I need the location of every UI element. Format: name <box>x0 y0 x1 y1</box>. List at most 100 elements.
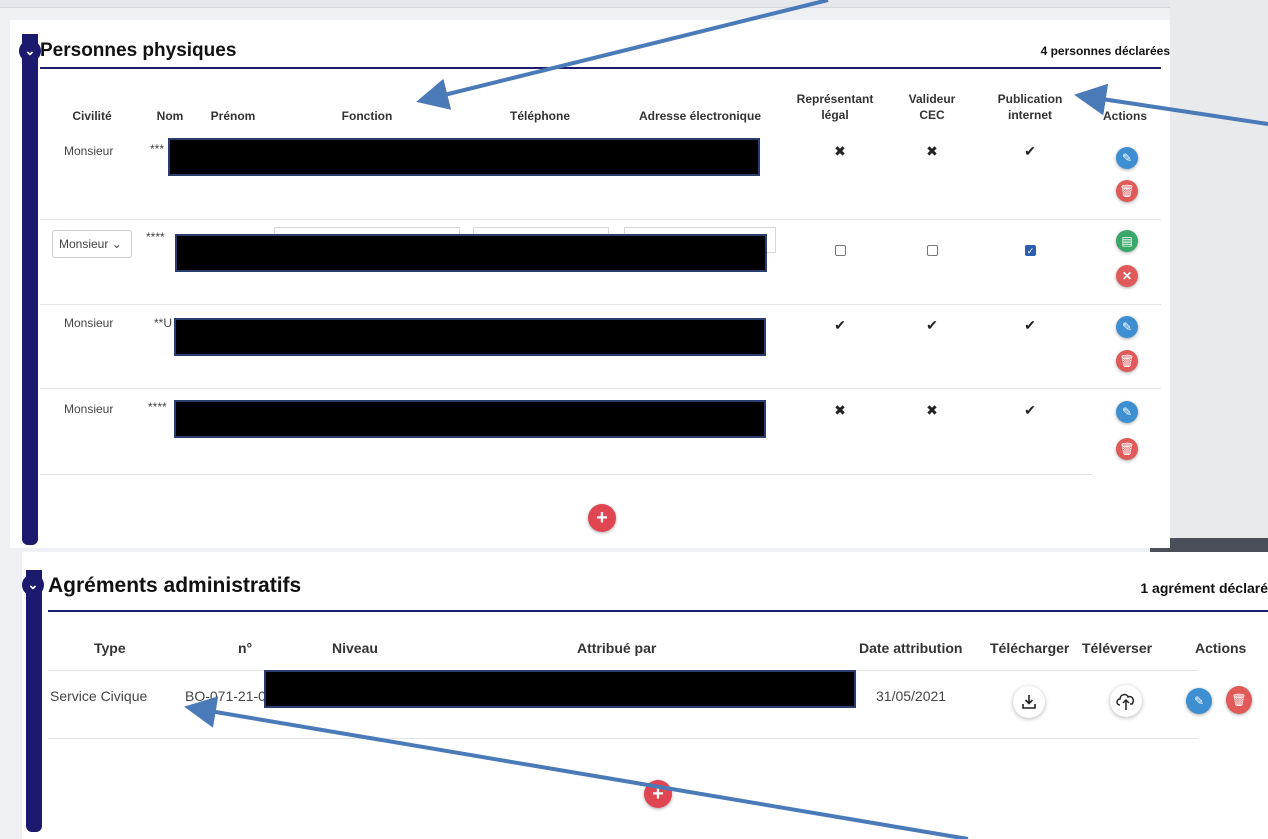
delete-button[interactable]: 🗑 <box>1116 180 1138 202</box>
row3-representant: ✔ <box>834 317 846 333</box>
redacted-block <box>174 318 766 356</box>
edit-button[interactable]: ✎ <box>1186 688 1212 714</box>
header-actions: Actions <box>1102 109 1147 123</box>
edit-icon: ✎ <box>1121 320 1133 334</box>
section-divider <box>40 67 1161 69</box>
header-publication-line2: internet <box>1007 108 1052 122</box>
edit-icon: ✎ <box>1121 405 1133 419</box>
chevron-down-icon[interactable]: ⌄ <box>19 40 41 62</box>
header-date-attribution: Date attribution <box>859 640 963 656</box>
edit-button[interactable]: ✎ <box>1116 401 1138 423</box>
redacted-block <box>175 234 767 272</box>
download-icon <box>1022 695 1036 709</box>
row-divider <box>40 388 1161 389</box>
row1-publication: ✔ <box>1024 143 1036 159</box>
upload-button[interactable] <box>1110 685 1142 717</box>
download-button[interactable] <box>1013 686 1045 718</box>
edit-button[interactable]: ✎ <box>1116 147 1138 169</box>
row4-valideur: ✖ <box>926 402 938 418</box>
header-valideur-line2: CEC <box>919 108 945 122</box>
persons-count: 4 personnes déclarées <box>1040 44 1170 58</box>
civilite-select-value: Monsieur <box>59 237 109 251</box>
header-publication-line1: Publication <box>997 92 1063 106</box>
row1-representant: ✖ <box>834 143 846 159</box>
cloud-upload-icon <box>1116 693 1134 710</box>
agrement-date: 31/05/2021 <box>876 688 947 704</box>
row1-nom: *** <box>150 142 165 156</box>
row3-nom: **U <box>154 316 173 330</box>
plus-icon: + <box>596 506 608 529</box>
header-fonction: Fonction <box>341 109 393 123</box>
personnes-physiques-panel: ⌄ Personnes physiques 4 personnes déclar… <box>10 20 1170 548</box>
trash-icon: 🗑 <box>1119 354 1135 368</box>
representant-checkbox[interactable] <box>835 245 846 256</box>
edit-button[interactable]: ✎ <box>1116 316 1138 338</box>
row4-nom: **** <box>148 400 167 414</box>
row2-nom: **** <box>146 230 165 244</box>
header-publication: Publication internet <box>990 91 1070 123</box>
row4-representant: ✖ <box>834 402 846 418</box>
trash-icon: 🗑 <box>1231 693 1247 707</box>
section-divider <box>48 610 1268 612</box>
section-title: Agréments administratifs <box>48 574 302 597</box>
close-icon: ✕ <box>1121 269 1133 283</box>
publication-checkbox[interactable]: ✓ <box>1025 245 1036 256</box>
section-title: Personnes physiques <box>40 40 237 61</box>
header-representant-line1: Représentant <box>796 92 874 106</box>
row-divider <box>40 304 1161 305</box>
header-valideur-line1: Valideur <box>908 92 956 106</box>
right-background <box>1170 0 1268 548</box>
agrement-type: Service Civique <box>50 688 148 704</box>
redacted-block <box>174 400 766 438</box>
delete-button[interactable]: 🗑 <box>1116 350 1138 372</box>
trash-icon: 🗑 <box>1119 184 1135 198</box>
agrements-count: 1 agrément déclaré <box>1140 580 1268 596</box>
row1-civilite: Monsieur <box>64 144 114 158</box>
top-strip <box>0 0 1170 8</box>
agrement-numero: BO-071-21-00 <box>185 688 274 704</box>
plus-icon: + <box>652 782 664 805</box>
trash-icon: 🗑 <box>1119 442 1135 456</box>
header-email: Adresse électronique <box>638 109 762 123</box>
row3-publication: ✔ <box>1024 317 1036 333</box>
delete-button[interactable]: 🗑 <box>1226 686 1252 714</box>
civilite-select[interactable]: Monsieur ⌄ <box>52 230 132 258</box>
save-button[interactable]: ▤ <box>1116 230 1138 252</box>
header-representant-line2: légal <box>821 108 849 122</box>
chevron-down-icon[interactable]: ⌄ <box>22 574 44 596</box>
header-valideur: Valideur CEC <box>897 91 967 123</box>
header-numero: n° <box>238 640 253 656</box>
header-telephone: Téléphone <box>509 109 570 123</box>
cancel-button[interactable]: ✕ <box>1116 265 1138 287</box>
header-prenom: Prénom <box>210 109 256 123</box>
row1-valideur: ✖ <box>926 143 938 159</box>
header-attribue-par: Attribué par <box>577 640 657 656</box>
header-civilite: Civilité <box>72 109 112 123</box>
row4-civilite: Monsieur <box>64 402 114 416</box>
header-televerser: Téléverser <box>1082 640 1153 656</box>
valideur-checkbox[interactable] <box>927 245 938 256</box>
section-accent-bar <box>26 570 42 832</box>
edit-icon: ✎ <box>1193 694 1205 708</box>
redacted-block <box>264 670 856 708</box>
edit-icon: ✎ <box>1121 151 1133 165</box>
header-niveau: Niveau <box>332 640 378 656</box>
header-telecharger: Télécharger <box>990 640 1070 656</box>
delete-button[interactable]: 🗑 <box>1116 438 1138 460</box>
save-icon: ▤ <box>1121 234 1133 248</box>
row3-civilite: Monsieur <box>64 316 114 330</box>
row-divider <box>40 474 1092 475</box>
header-actions: Actions <box>1195 640 1247 656</box>
row4-publication: ✔ <box>1024 402 1036 418</box>
header-nom: Nom <box>156 109 184 123</box>
agrements-panel: ⌄ Agréments administratifs 1 agrément dé… <box>22 552 1268 839</box>
header-type: Type <box>94 640 126 656</box>
header-representant: Représentant légal <box>790 91 880 123</box>
redacted-block <box>168 138 760 176</box>
add-person-button[interactable]: + <box>588 504 616 532</box>
row3-valideur: ✔ <box>926 317 938 333</box>
row-divider <box>40 219 1161 220</box>
chevron-down-icon: ⌄ <box>111 237 122 251</box>
section-accent-bar <box>22 34 38 545</box>
add-agrement-button[interactable]: + <box>644 780 672 808</box>
